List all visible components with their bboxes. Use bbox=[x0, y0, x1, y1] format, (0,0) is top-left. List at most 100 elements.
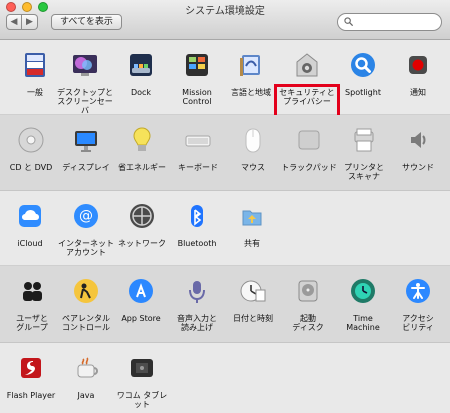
time-machine-icon bbox=[351, 279, 375, 303]
pref-spotlight[interactable]: Spotlight bbox=[335, 50, 391, 97]
section-personal: 一般 デスクトップと スクリーンセーバ Dock Mission Control… bbox=[0, 40, 450, 144]
pref-label: ワコム タブレット bbox=[116, 391, 168, 409]
mouse-icon bbox=[245, 128, 261, 153]
pref-label: Flash Player bbox=[6, 391, 56, 400]
pref-label: ユーザと グループ bbox=[16, 314, 48, 332]
pref-sound[interactable]: サウンド bbox=[390, 125, 446, 172]
network-icon bbox=[130, 204, 154, 228]
section-hardware: CD と DVD ディスプレイ 省エネルギー キーボード マウス トラックパッド… bbox=[0, 115, 450, 191]
pref-accessibility[interactable]: アクセシ ビリティ bbox=[390, 276, 446, 332]
dock-icon bbox=[130, 54, 152, 76]
icloud-icon bbox=[19, 205, 41, 227]
pref-notifications[interactable]: 通知 bbox=[390, 50, 446, 97]
trackpad-icon bbox=[298, 130, 320, 150]
printers-scanners-icon bbox=[354, 128, 374, 152]
pref-icloud[interactable]: iCloud bbox=[2, 201, 58, 248]
pref-label: 音声入力と 読み上げ bbox=[177, 314, 217, 332]
pref-label: 共有 bbox=[244, 239, 260, 248]
system-preferences-window: システム環境設定 ◀ ▶ すべてを表示 一般 デスクトップと スクリーンセーバ … bbox=[0, 0, 450, 413]
parental-controls-icon bbox=[74, 279, 98, 303]
pref-dock[interactable]: Dock bbox=[113, 50, 169, 97]
pref-label: Spotlight bbox=[345, 88, 381, 97]
window-titlebar: システム環境設定 ◀ ▶ すべてを表示 bbox=[0, 0, 450, 40]
show-all-button[interactable]: すべてを表示 bbox=[51, 14, 122, 30]
pref-label: サウンド bbox=[402, 163, 434, 172]
pref-label: Mission Control bbox=[182, 88, 212, 106]
section-system: ユーザと グループ ペアレンタル コントロール App Store 音声入力と … bbox=[0, 266, 450, 343]
pref-flash-player[interactable]: Flash Player bbox=[3, 353, 59, 400]
pref-mission-control[interactable]: Mission Control bbox=[169, 50, 225, 106]
energy-saver-icon bbox=[133, 127, 151, 151]
display-icon bbox=[75, 131, 97, 152]
general-icon bbox=[25, 53, 45, 77]
pref-label: iCloud bbox=[17, 239, 43, 248]
pref-app-store[interactable]: App Store bbox=[113, 276, 169, 323]
pref-label: 日付と時刻 bbox=[233, 314, 273, 323]
pref-label: 言語と地域 bbox=[231, 88, 271, 97]
pref-language-region[interactable]: 言語と地域 bbox=[223, 50, 279, 97]
bluetooth-icon bbox=[191, 205, 203, 227]
accessibility-icon bbox=[406, 279, 430, 303]
language-region-icon bbox=[240, 55, 260, 76]
pref-label: インターネット アカウント bbox=[58, 239, 114, 257]
pref-keyboard[interactable]: キーボード bbox=[170, 125, 226, 172]
desktop-screensaver-icon bbox=[73, 55, 97, 76]
search-field[interactable] bbox=[337, 13, 442, 31]
pref-label: セキュリティと プライバシー bbox=[279, 88, 335, 106]
pref-label: Bluetooth bbox=[177, 239, 217, 248]
pref-label: トラックパッド bbox=[281, 163, 337, 172]
section-other: Flash Player Java ワコム タブレット bbox=[0, 343, 450, 413]
pref-cd-dvd[interactable]: CD と DVD bbox=[3, 125, 59, 172]
pref-internet-accounts[interactable]: @ インターネット アカウント bbox=[58, 201, 114, 257]
mission-control-icon bbox=[186, 54, 208, 76]
pref-network[interactable]: ネットワーク bbox=[114, 201, 170, 248]
section-internet: iCloud @ インターネット アカウント ネットワーク Bluetooth bbox=[0, 191, 450, 266]
pref-sharing[interactable]: 共有 bbox=[224, 201, 280, 248]
pref-startup-disk[interactable]: 起動 ディスク bbox=[280, 276, 336, 332]
svg-text:@: @ bbox=[79, 208, 93, 224]
pref-date-time[interactable]: 日付と時刻 bbox=[225, 276, 281, 323]
pref-security-privacy[interactable]: セキュリティと プライバシー bbox=[279, 50, 335, 106]
pref-label: プリンタと スキャナ bbox=[344, 163, 384, 181]
pref-label: 通知 bbox=[410, 88, 426, 97]
startup-disk-icon bbox=[298, 280, 318, 302]
pref-users-groups[interactable]: ユーザと グループ bbox=[4, 276, 60, 332]
sharing-icon bbox=[242, 210, 262, 226]
pref-label: CD と DVD bbox=[9, 163, 53, 172]
security-privacy-icon bbox=[296, 53, 318, 77]
pref-label: Time Machine bbox=[346, 314, 380, 332]
pref-label: ディスプレイ bbox=[62, 163, 110, 172]
pref-bluetooth[interactable]: Bluetooth bbox=[169, 201, 225, 248]
pref-printers-scanners[interactable]: プリンタと スキャナ bbox=[336, 125, 392, 181]
cd-dvd-icon bbox=[18, 127, 44, 153]
pref-label: マウス bbox=[241, 163, 265, 172]
forward-button[interactable]: ▶ bbox=[22, 14, 38, 30]
pref-time-machine[interactable]: Time Machine bbox=[335, 276, 391, 332]
pref-parental-controls[interactable]: ペアレンタル コントロール bbox=[58, 276, 114, 332]
pref-dictation-speech[interactable]: 音声入力と 読み上げ bbox=[169, 276, 225, 332]
pref-wacom-tablet[interactable]: ワコム タブレット bbox=[114, 353, 170, 409]
pref-energy-saver[interactable]: 省エネルギー bbox=[114, 125, 170, 172]
app-store-icon bbox=[129, 279, 153, 303]
pref-desktop-screensaver[interactable]: デスクトップと スクリーンセーバ bbox=[57, 50, 113, 115]
back-button[interactable]: ◀ bbox=[6, 14, 22, 30]
notifications-icon bbox=[409, 56, 427, 74]
date-time-icon bbox=[240, 280, 266, 302]
pref-label: Java bbox=[77, 391, 95, 400]
pref-displays[interactable]: ディスプレイ bbox=[58, 125, 114, 172]
pref-label: アクセシ ビリティ bbox=[402, 314, 434, 332]
search-icon bbox=[344, 17, 353, 26]
pref-label: キーボード bbox=[178, 163, 218, 172]
dictation-speech-icon bbox=[189, 281, 205, 303]
navigation-buttons: ◀ ▶ bbox=[6, 14, 38, 30]
spotlight-icon bbox=[351, 53, 375, 77]
pref-trackpad[interactable]: トラックパッド bbox=[281, 125, 337, 172]
pref-java[interactable]: Java bbox=[58, 353, 114, 400]
pref-label: Dock bbox=[130, 88, 152, 97]
pref-mouse[interactable]: マウス bbox=[225, 125, 281, 172]
pref-general[interactable]: 一般 bbox=[7, 50, 63, 97]
pref-label: 起動 ディスク bbox=[292, 314, 324, 332]
keyboard-icon bbox=[185, 135, 211, 147]
sound-icon bbox=[411, 132, 426, 148]
pref-label: 一般 bbox=[27, 88, 43, 97]
